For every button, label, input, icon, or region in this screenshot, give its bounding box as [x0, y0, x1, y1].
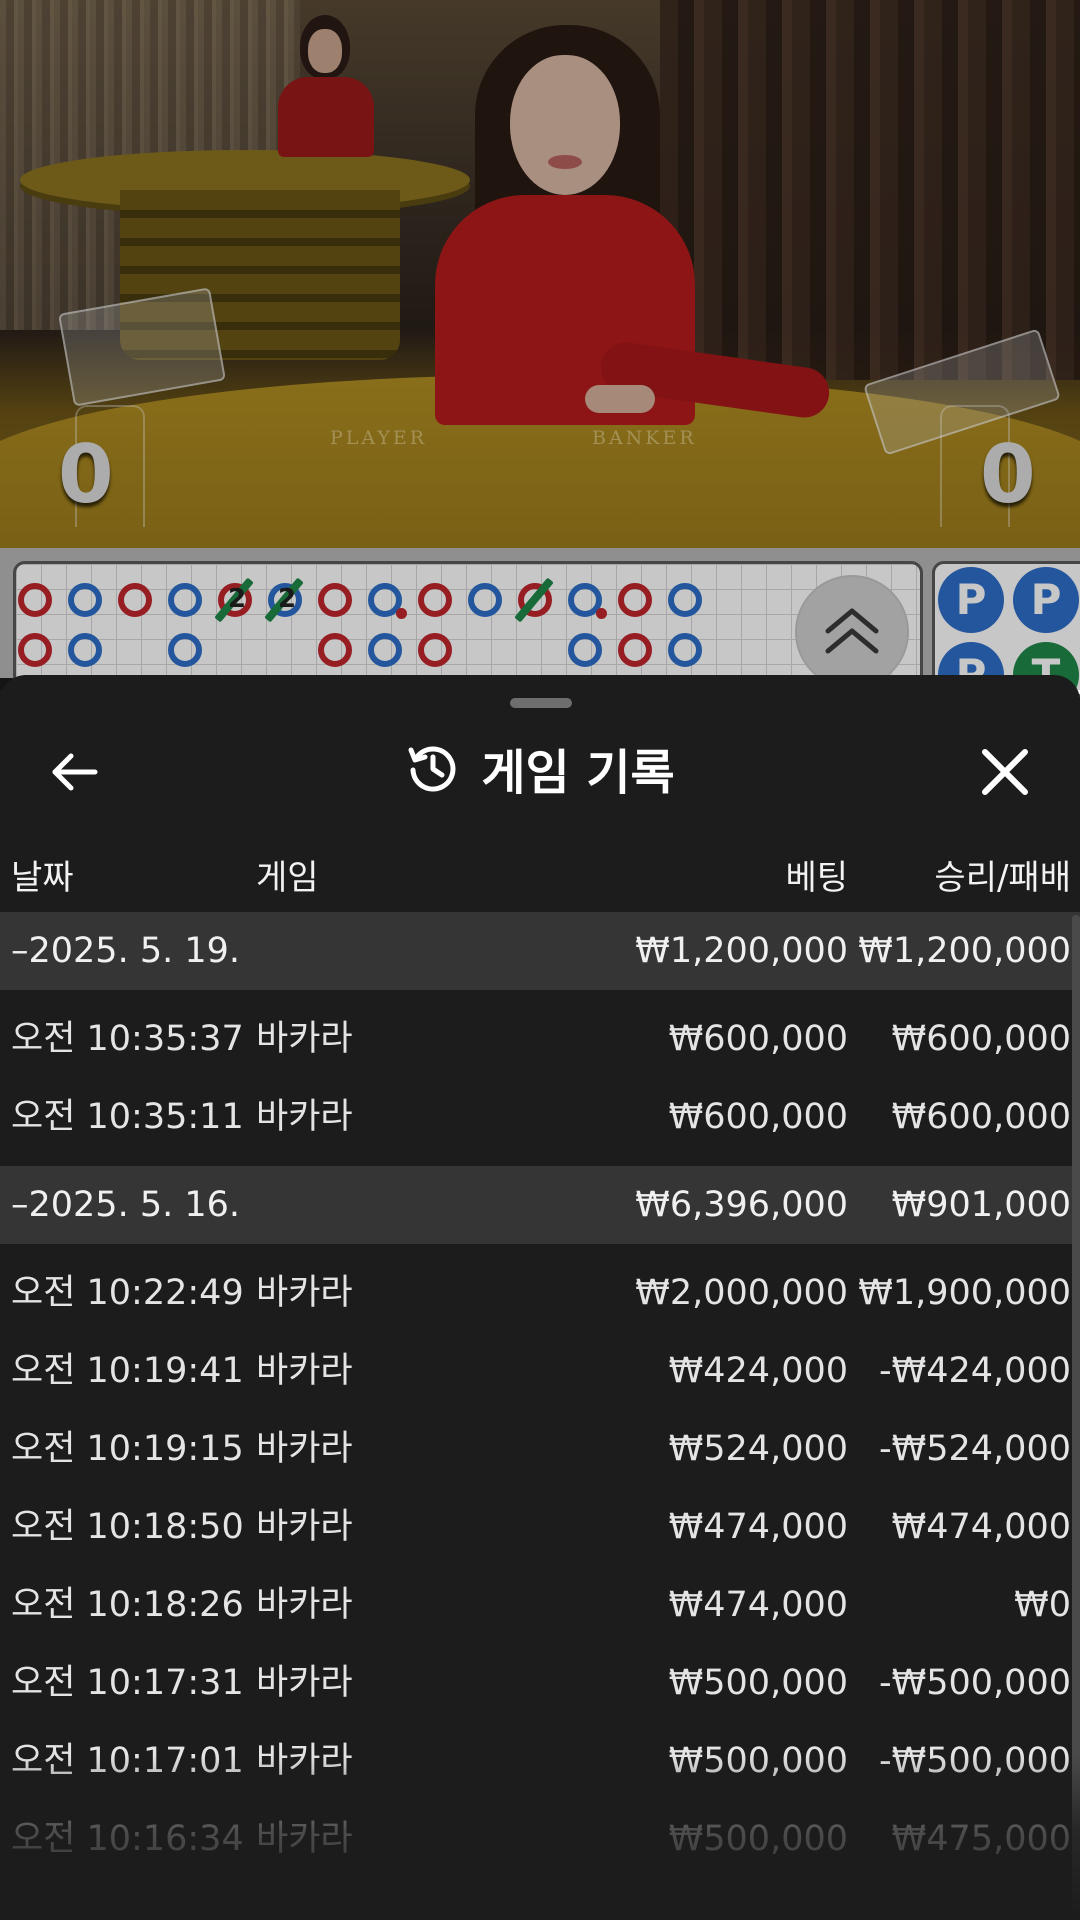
history-row[interactable]: 오전 10:16:34 바카라 ₩500,000 ₩475,000: [0, 1800, 1080, 1878]
history-row[interactable]: 오전 10:18:26 바카라 ₩474,000 ₩0: [0, 1566, 1080, 1644]
row-time: 오전 10:22:49: [11, 1273, 244, 1313]
date-group-row[interactable]: –2025. 5. 16. ₩6,396,000 ₩901,000: [0, 1166, 1080, 1244]
row-win-loss: -₩424,000: [879, 1351, 1071, 1391]
group-win-total: ₩1,200,000: [858, 931, 1071, 971]
history-row[interactable]: 오전 10:22:49 바카라 ₩2,000,000 ₩1,900,000: [0, 1254, 1080, 1332]
group-bet-total: ₩6,396,000: [635, 1185, 848, 1225]
column-header-bet: 베팅: [785, 858, 848, 898]
row-win-loss: ₩600,000: [891, 1019, 1071, 1059]
expand-roadmap-button[interactable]: [795, 575, 909, 689]
history-row[interactable]: 오전 10:19:41 바카라 ₩424,000 -₩424,000: [0, 1332, 1080, 1410]
row-time: 오전 10:16:34: [11, 1819, 244, 1859]
scrollbar[interactable]: [1072, 915, 1080, 1915]
table-label-player: PLAYER: [330, 427, 428, 449]
group-date: –2025. 5. 16.: [11, 1185, 241, 1225]
column-header-win-loss: 승리/패배: [934, 858, 1071, 898]
row-win-loss: -₩500,000: [879, 1663, 1071, 1703]
row-time: 오전 10:17:01: [11, 1741, 244, 1781]
row-win-loss: ₩474,000: [891, 1507, 1071, 1547]
group-date: –2025. 5. 19.: [11, 931, 241, 971]
row-bet: ₩424,000: [668, 1351, 848, 1391]
row-bet: ₩524,000: [668, 1429, 848, 1469]
history-row[interactable]: 오전 10:35:37 바카라 ₩600,000 ₩600,000: [0, 1000, 1080, 1078]
dealer: [420, 25, 840, 425]
row-game: 바카라: [256, 1819, 353, 1859]
history-row[interactable]: 오전 10:19:15 바카라 ₩524,000 -₩524,000: [0, 1410, 1080, 1488]
chevron-double-up-icon: [825, 608, 879, 654]
close-button[interactable]: [975, 742, 1035, 802]
banker-score: 0: [980, 428, 1036, 521]
history-icon: [408, 746, 456, 792]
group-win-total: ₩901,000: [891, 1185, 1071, 1225]
row-win-loss: ₩0: [1014, 1585, 1071, 1625]
row-bet: ₩600,000: [668, 1097, 848, 1137]
row-time: 오전 10:19:41: [11, 1351, 244, 1391]
background-dealer: [270, 15, 380, 157]
row-time: 오전 10:18:26: [11, 1585, 244, 1625]
row-time: 오전 10:19:15: [11, 1429, 244, 1469]
row-time: 오전 10:18:50: [11, 1507, 244, 1547]
column-header-date: 날짜: [11, 858, 74, 898]
row-win-loss: ₩600,000: [891, 1097, 1071, 1137]
roadmap-panel: 2 2 P P P T: [0, 548, 1080, 697]
row-game: 바카라: [256, 1585, 353, 1625]
history-row[interactable]: 오전 10:17:01 바카라 ₩500,000 -₩500,000: [0, 1722, 1080, 1800]
row-win-loss: ₩1,900,000: [858, 1273, 1071, 1313]
game-history-sheet: 게임 기록 날짜 게임 베팅 승리/패배 –2025. 5. 19. ₩1,20…: [0, 675, 1080, 1920]
row-win-loss: -₩524,000: [879, 1429, 1071, 1469]
live-video-stream: PLAYER BANKER 0 0: [0, 0, 1080, 548]
row-win-loss: ₩475,000: [891, 1819, 1071, 1859]
history-row[interactable]: 오전 10:17:31 바카라 ₩500,000 -₩500,000: [0, 1644, 1080, 1722]
row-game: 바카라: [256, 1351, 353, 1391]
row-bet: ₩474,000: [668, 1585, 848, 1625]
close-icon: [982, 749, 1028, 795]
sheet-header: 게임 기록: [0, 728, 1080, 808]
history-list[interactable]: –2025. 5. 19. ₩1,200,000 ₩1,200,000 오전 1…: [0, 912, 1080, 1878]
column-header-game: 게임: [256, 858, 319, 898]
row-bet: ₩500,000: [668, 1819, 848, 1859]
result-player: P: [938, 567, 1004, 633]
row-time: 오전 10:17:31: [11, 1663, 244, 1703]
row-bet: ₩474,000: [668, 1507, 848, 1547]
history-row[interactable]: 오전 10:18:50 바카라 ₩474,000 ₩474,000: [0, 1488, 1080, 1566]
row-time: 오전 10:35:11: [11, 1097, 244, 1137]
row-game: 바카라: [256, 1663, 353, 1703]
row-bet: ₩500,000: [668, 1663, 848, 1703]
date-group-row[interactable]: –2025. 5. 19. ₩1,200,000 ₩1,200,000: [0, 912, 1080, 990]
row-game: 바카라: [256, 1507, 353, 1547]
table-label-banker: BANKER: [592, 427, 697, 449]
group-bet-total: ₩1,200,000: [635, 931, 848, 971]
row-win-loss: -₩500,000: [879, 1741, 1071, 1781]
player-score: 0: [58, 428, 114, 521]
result-player: P: [1013, 567, 1079, 633]
row-bet: ₩500,000: [668, 1741, 848, 1781]
row-game: 바카라: [256, 1741, 353, 1781]
row-game: 바카라: [256, 1097, 353, 1137]
row-bet: ₩600,000: [668, 1019, 848, 1059]
row-game: 바카라: [256, 1429, 353, 1469]
row-bet: ₩2,000,000: [635, 1273, 848, 1313]
row-game: 바카라: [256, 1273, 353, 1313]
row-time: 오전 10:35:37: [11, 1019, 244, 1059]
sheet-drag-handle[interactable]: [510, 698, 572, 708]
sheet-title: 게임 기록: [481, 745, 675, 801]
row-game: 바카라: [256, 1019, 353, 1059]
history-row[interactable]: 오전 10:35:11 바카라 ₩600,000 ₩600,000: [0, 1078, 1080, 1156]
